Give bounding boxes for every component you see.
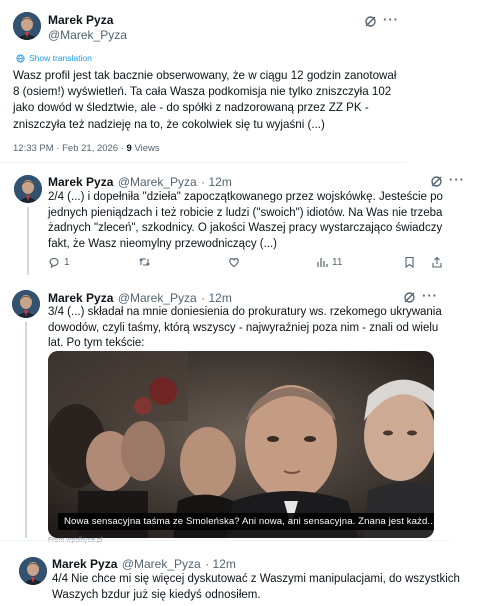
views-button[interactable]: 11: [316, 256, 342, 268]
tweet-main: Marek Pyza @Marek_Pyza ··· Show translat…: [0, 0, 407, 162]
avatar[interactable]: [13, 12, 41, 40]
translate-globe-icon: [16, 53, 25, 63]
avatar[interactable]: [14, 175, 42, 203]
tweet-time[interactable]: · 12m: [201, 291, 232, 305]
news-photo: [48, 351, 434, 538]
author-handle[interactable]: @Marek_Pyza: [48, 28, 127, 42]
thread-line: [25, 322, 27, 538]
more-icon[interactable]: ···: [422, 289, 438, 302]
grok-slash-icon[interactable]: [430, 175, 443, 190]
show-translation-link[interactable]: Show translation: [16, 53, 92, 63]
views-count: 11: [332, 256, 343, 268]
tweet-header: Marek Pyza @Marek_Pyza · 12m: [52, 555, 236, 573]
tweet-text: 3/4 (...) składał na mnie doniesienia do…: [48, 306, 442, 349]
divider: [0, 540, 450, 541]
author-name[interactable]: Marek Pyza: [48, 13, 113, 27]
link-card-title[interactable]: Nowa sensacyjna taśma ze Smoleńska? Ani …: [58, 513, 434, 530]
grok-slash-icon[interactable]: [364, 15, 377, 30]
author-name[interactable]: Marek Pyza: [52, 557, 117, 571]
tweet-reply-2[interactable]: Marek Pyza @Marek_Pyza · 12m ··· 2/4 (..…: [0, 163, 475, 278]
reply-button[interactable]: 1: [48, 256, 70, 268]
author-name[interactable]: Marek Pyza: [48, 291, 113, 305]
timestamp-text: 12:33 PM · Feb 21, 2026 ·: [13, 143, 127, 154]
link-card-image[interactable]: Nowa sensacyjna taśma ze Smoleńska? Ani …: [48, 351, 434, 538]
views-label: Views: [131, 143, 160, 154]
author-handle[interactable]: @Marek_Pyza: [118, 175, 197, 189]
tweet-actions: 1 11: [48, 256, 468, 270]
more-icon[interactable]: ···: [449, 173, 465, 186]
tweet-text: 4/4 Nie chce mi się więcej dyskutować z …: [52, 573, 460, 601]
share-button[interactable]: [431, 256, 443, 268]
grok-slash-icon[interactable]: [403, 291, 416, 306]
views-icon: [317, 258, 328, 267]
tweet-reply-3[interactable]: Marek Pyza @Marek_Pyza · 12m ··· 3/4 (..…: [0, 280, 450, 544]
retweet-icon: [139, 258, 150, 266]
bookmark-button[interactable]: [404, 256, 415, 268]
show-translation-label: Show translation: [29, 53, 92, 63]
author-handle[interactable]: @Marek_Pyza: [122, 557, 201, 571]
tweet-header: Marek Pyza @Marek_Pyza · 12m: [48, 173, 232, 191]
thread-line: [27, 207, 29, 275]
tweet-time[interactable]: · 12m: [205, 557, 236, 571]
tweet-text: Wasz profil jest tak bacznie obserwowany…: [13, 69, 397, 131]
like-button[interactable]: [228, 256, 244, 268]
retweet-button[interactable]: [138, 256, 155, 268]
tweet-timestamp[interactable]: 12:33 PM · Feb 21, 2026 · 9 Views: [13, 143, 160, 154]
reply-icon: [49, 257, 59, 268]
avatar[interactable]: [19, 557, 47, 585]
share-icon: [432, 256, 442, 268]
bookmark-icon: [405, 256, 414, 268]
like-icon: [229, 258, 239, 268]
tweet-reply-4[interactable]: Marek Pyza @Marek_Pyza · 12m 4/4 Nie chc…: [5, 543, 470, 606]
author-handle[interactable]: @Marek_Pyza: [118, 291, 197, 305]
author-name[interactable]: Marek Pyza: [48, 175, 113, 189]
tweet-text: 2/4 (...) i dopełniła "dzieła" zapoczątk…: [48, 191, 443, 250]
reply-count: 1: [64, 256, 70, 268]
tweet-time[interactable]: · 12m: [201, 175, 232, 189]
more-icon[interactable]: ···: [383, 13, 399, 26]
avatar[interactable]: [12, 290, 40, 318]
